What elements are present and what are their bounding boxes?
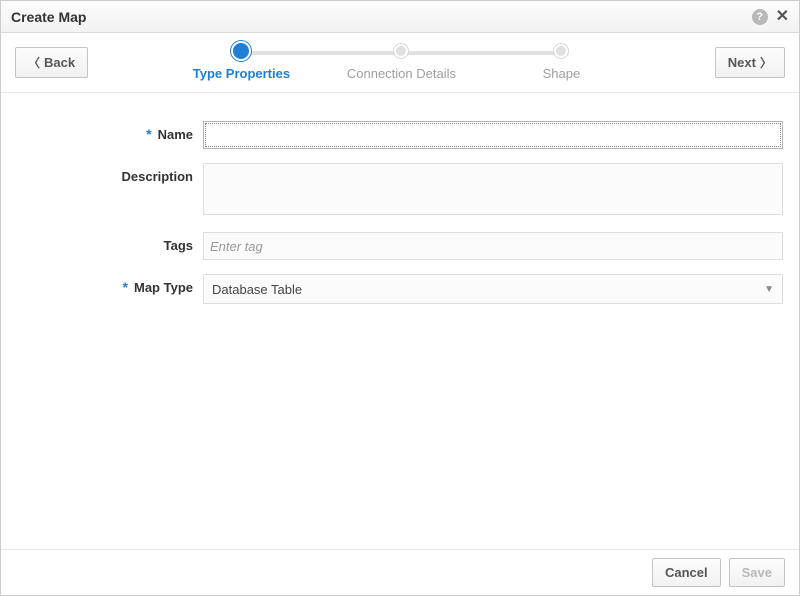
dialog-title: Create Map [11, 9, 86, 25]
required-asterisk-icon: * [123, 280, 128, 294]
description-label-cell: Description [17, 163, 203, 218]
back-button[interactable]: 〈 Back [15, 47, 88, 78]
step-dot-icon [394, 44, 408, 58]
description-label: Description [121, 169, 193, 184]
next-button-label: Next [728, 55, 756, 70]
maptype-value: Database Table [212, 282, 302, 297]
dialog-footer: Cancel Save [1, 549, 799, 595]
step-indicator: Type Properties Connection Details Shape [88, 44, 715, 81]
maptype-select[interactable]: Database Table ▼ [203, 274, 783, 304]
form-body: * Name Description Tags [1, 93, 799, 549]
chevron-right-icon: 〉 [760, 54, 772, 71]
next-button[interactable]: Next 〉 [715, 47, 785, 78]
tags-label: Tags [164, 238, 193, 253]
step-shape[interactable]: Shape [481, 44, 641, 81]
step-label: Shape [543, 66, 581, 81]
name-row: * Name [17, 121, 783, 149]
maptype-label-cell: * Map Type [17, 274, 203, 304]
wizard-bar: 〈 Back Type Properties Connection Detail… [1, 33, 799, 93]
step-connection-details[interactable]: Connection Details [321, 44, 481, 81]
name-label: Name [158, 127, 193, 142]
maptype-row: * Map Type Database Table ▼ [17, 274, 783, 304]
dialog-header: Create Map ? ✕ [1, 1, 799, 33]
chevron-down-icon: ▼ [764, 284, 774, 295]
step-dot-icon [231, 41, 251, 61]
step-label: Type Properties [193, 66, 290, 81]
header-icons: ? ✕ [752, 9, 789, 25]
tags-row: Tags [17, 232, 783, 260]
help-icon[interactable]: ? [752, 9, 768, 25]
description-input[interactable] [203, 163, 783, 215]
step-dot-icon [554, 44, 568, 58]
close-icon[interactable]: ✕ [776, 9, 789, 25]
name-label-cell: * Name [17, 121, 203, 149]
chevron-left-icon: 〈 [28, 54, 40, 71]
step-label: Connection Details [347, 66, 456, 81]
name-input[interactable] [203, 121, 783, 149]
save-button[interactable]: Save [729, 558, 785, 587]
maptype-label: Map Type [134, 280, 193, 295]
create-map-dialog: Create Map ? ✕ 〈 Back Type Properties Co… [0, 0, 800, 596]
back-button-label: Back [44, 55, 75, 70]
tags-input[interactable] [203, 232, 783, 260]
description-row: Description [17, 163, 783, 218]
cancel-button-label: Cancel [665, 565, 708, 580]
tags-label-cell: Tags [17, 232, 203, 260]
required-asterisk-icon: * [146, 127, 151, 141]
save-button-label: Save [742, 565, 772, 580]
step-type-properties[interactable]: Type Properties [161, 44, 321, 81]
cancel-button[interactable]: Cancel [652, 558, 721, 587]
